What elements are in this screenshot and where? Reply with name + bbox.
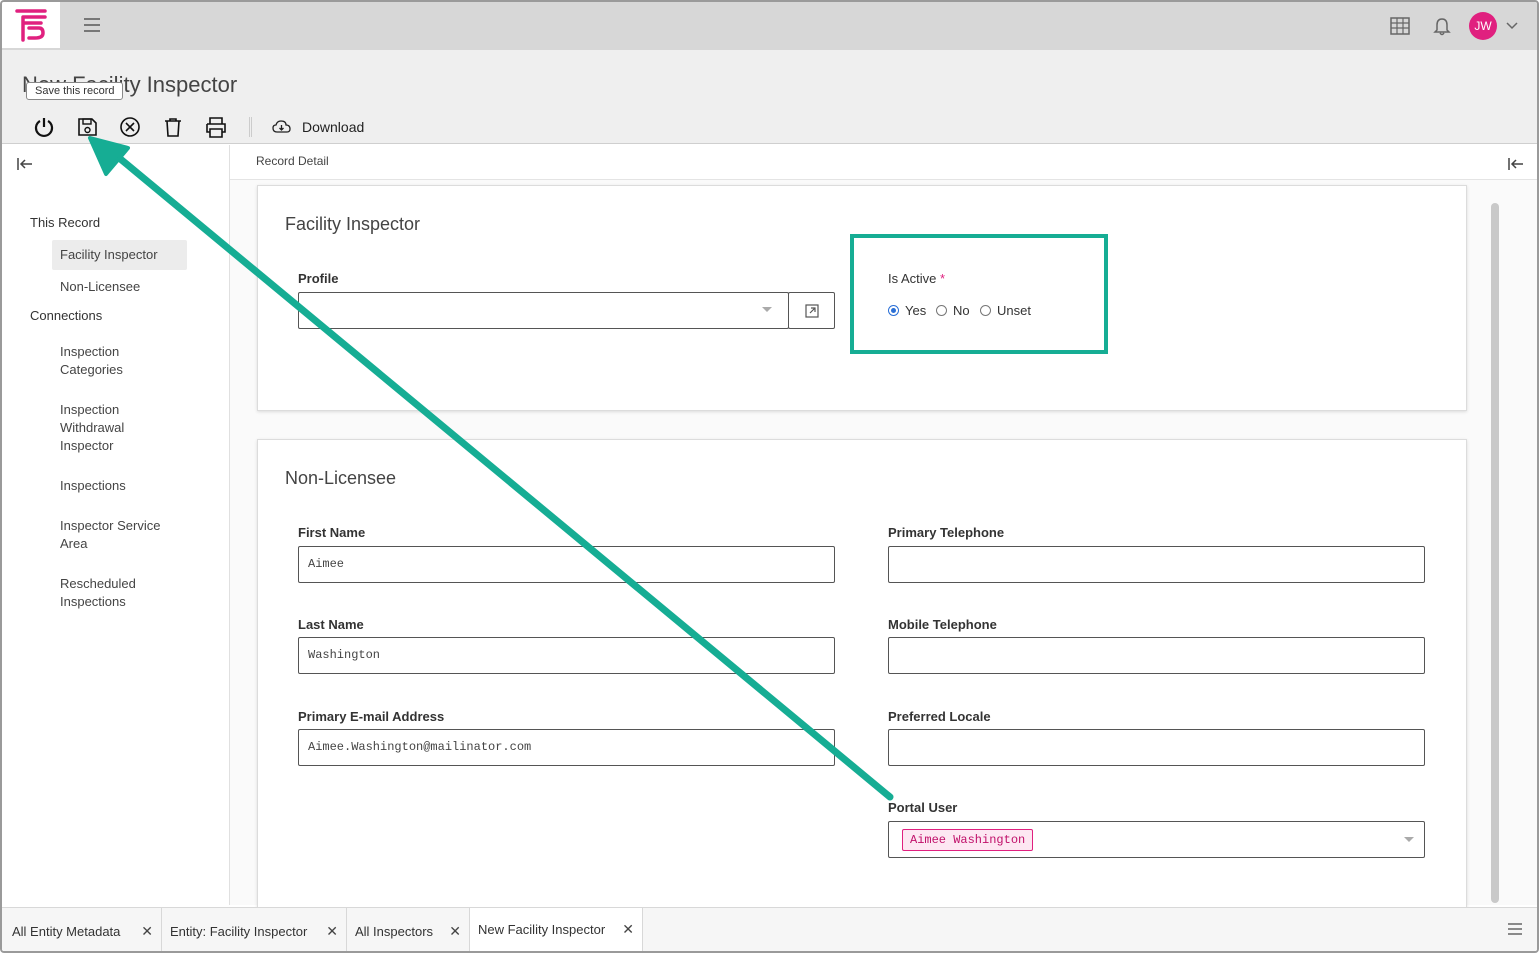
last-name-label: Last Name <box>298 617 364 632</box>
preferred-locale-field[interactable] <box>888 729 1425 766</box>
tab-all-inspectors[interactable]: All Inspectors ✕ <box>347 908 470 951</box>
record-detail-header: Record Detail <box>230 145 1537 180</box>
left-nav-panel: This Record Facility Inspector Non-Licen… <box>2 145 230 905</box>
save-disk-icon <box>77 118 97 136</box>
tab-label: New Facility Inspector <box>478 922 606 937</box>
nav-section-this-record: This Record <box>30 215 101 230</box>
portal-user-select[interactable]: Aimee Washington <box>888 821 1425 858</box>
first-name-label: First Name <box>298 525 366 540</box>
download-label: Download <box>302 119 365 135</box>
printer-icon <box>205 117 226 138</box>
last-name-field[interactable]: Washington <box>298 637 835 674</box>
record-toolbar: Download <box>22 112 364 142</box>
card-title: Non-Licensee <box>285 468 397 488</box>
nav-item-inspections[interactable]: Inspections <box>52 471 187 501</box>
breadcrumb: Record Detail <box>256 154 329 168</box>
notification-bell-icon[interactable] <box>1421 10 1463 42</box>
chevron-down-icon[interactable] <box>1497 10 1527 42</box>
nav-item-non-licensee[interactable]: Non-Licensee <box>52 272 187 302</box>
annotation-highlight-box <box>850 234 1108 354</box>
close-icon[interactable]: ✕ <box>449 923 461 940</box>
app-logo[interactable] <box>2 2 60 48</box>
preferred-locale-label: Preferred Locale <box>888 709 991 724</box>
nav-item-inspector-service-area[interactable]: Inspector Service Area <box>52 511 177 559</box>
user-avatar[interactable]: JW <box>1469 12 1497 40</box>
close-circle-icon <box>119 117 140 137</box>
mobile-phone-label: Mobile Telephone <box>888 617 997 632</box>
dropdown-caret-icon[interactable] <box>1404 837 1414 843</box>
email-field[interactable]: Aimee.Washington@mailinator.com <box>298 729 835 766</box>
close-icon[interactable]: ✕ <box>622 921 634 938</box>
tab-entity-facility-inspector[interactable]: Entity: Facility Inspector ✕ <box>162 908 347 951</box>
close-icon[interactable]: ✕ <box>326 923 338 940</box>
power-icon <box>34 118 53 138</box>
vertical-scrollbar[interactable] <box>1491 203 1499 903</box>
nav-item-facility-inspector[interactable]: Facility Inspector <box>52 240 187 270</box>
nav-item-rescheduled-inspections[interactable]: Rescheduled Inspections <box>52 569 162 617</box>
cloud-download-icon <box>272 120 291 133</box>
card-title: Facility Inspector <box>285 214 421 234</box>
top-bar: JW <box>2 2 1537 50</box>
record-header: New Facility Inspector Save this record … <box>2 50 1537 144</box>
tab-label: Entity: Facility Inspector <box>170 923 308 939</box>
save-button[interactable] <box>65 112 108 142</box>
tab-new-facility-inspector[interactable]: New Facility Inspector ✕ <box>470 908 643 951</box>
portal-user-label: Portal User <box>888 800 958 815</box>
mobile-phone-field[interactable] <box>888 637 1425 674</box>
tab-label: All Inspectors <box>355 923 434 939</box>
trash-icon <box>164 118 181 137</box>
cancel-button[interactable] <box>108 112 151 142</box>
first-name-field[interactable]: Aimee <box>298 546 835 583</box>
email-label: Primary E-mail Address <box>298 709 445 724</box>
nav-item-inspection-categories[interactable]: Inspection Categories <box>52 337 172 385</box>
collapse-left-icon[interactable] <box>16 157 34 176</box>
document-tabs-bar: All Entity Metadata ✕ Entity: Facility In… <box>2 907 1537 951</box>
dropdown-caret-icon[interactable] <box>762 307 772 313</box>
grid-apps-icon[interactable] <box>1379 10 1421 42</box>
toolbar-divider <box>249 117 252 137</box>
download-button[interactable]: Download <box>272 119 364 135</box>
save-tooltip: Save this record <box>26 82 124 100</box>
record-nav: This Record Facility Inspector Non-Licen… <box>30 215 187 619</box>
primary-phone-label: Primary Telephone <box>888 525 1005 540</box>
tab-label: All Entity Metadata <box>12 923 121 939</box>
brand-logo-icon <box>15 9 47 42</box>
delete-button[interactable] <box>151 112 194 142</box>
nav-section-connections: Connections <box>30 308 103 323</box>
portal-user-tag[interactable]: Aimee Washington <box>902 829 1034 851</box>
app-window: JW New Facility Inspector Save this reco… <box>0 0 1539 953</box>
external-link-icon <box>804 303 819 318</box>
print-button[interactable] <box>194 112 237 142</box>
profile-select[interactable] <box>298 292 789 329</box>
power-button[interactable] <box>22 112 65 142</box>
primary-phone-field[interactable] <box>888 546 1425 583</box>
non-licensee-card: Non-Licensee First Name Aimee Last Name … <box>257 439 1467 909</box>
open-profile-button[interactable] <box>788 292 835 329</box>
hamburger-menu-icon[interactable] <box>82 16 102 34</box>
tab-all-entity-metadata[interactable]: All Entity Metadata ✕ <box>2 908 162 951</box>
profile-label: Profile <box>298 271 339 286</box>
collapse-right-icon[interactable] <box>1507 157 1525 176</box>
close-icon[interactable]: ✕ <box>141 923 153 940</box>
tabs-menu-icon[interactable] <box>1507 922 1523 941</box>
nav-item-inspection-withdrawal-inspector[interactable]: Inspection Withdrawal Inspector <box>52 395 162 461</box>
